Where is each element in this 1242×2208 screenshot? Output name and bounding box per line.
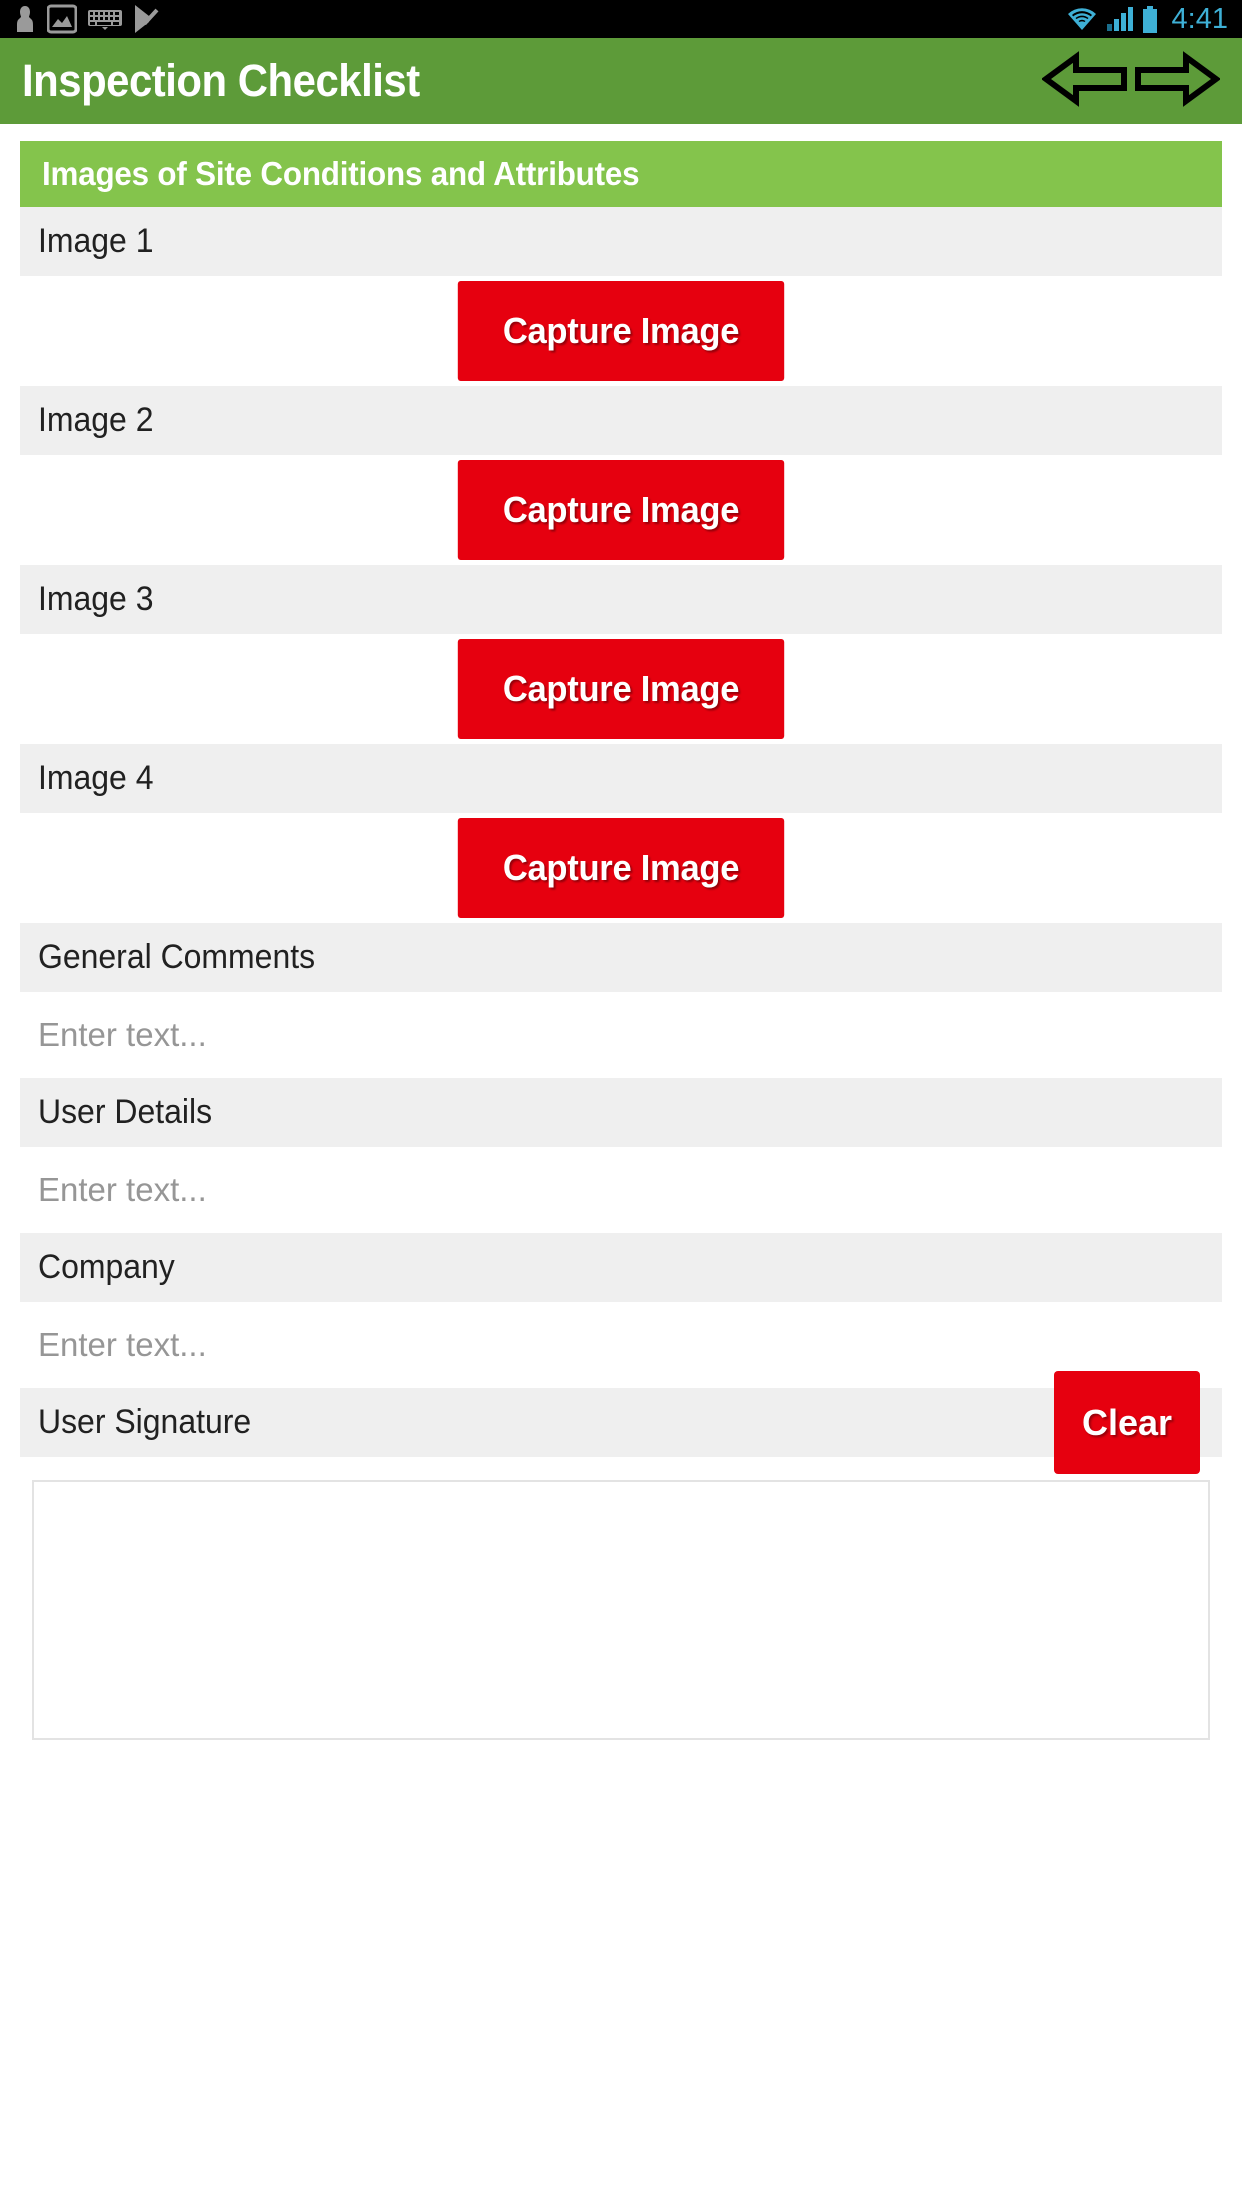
field-label-row: General Comments — [20, 923, 1222, 992]
field-label-row: Company — [20, 1233, 1222, 1302]
status-bar-clock: 4:41 — [1171, 2, 1228, 35]
signature-canvas[interactable] — [32, 1480, 1210, 1740]
status-bar: 4:41 — [0, 0, 1242, 38]
user-details-input[interactable] — [38, 1171, 1222, 1209]
company-input-row — [20, 1302, 1222, 1388]
page-title: Inspection Checklist — [22, 55, 420, 106]
image-label: Image 1 — [38, 222, 154, 260]
contact-icon — [14, 5, 36, 33]
form-content: Images of Site Conditions and Attributes… — [0, 141, 1242, 1740]
image-icon — [47, 4, 77, 34]
list-item: Image 2 — [20, 386, 1222, 455]
capture-image-button[interactable]: Capture Image — [457, 281, 785, 381]
section-header-label: Images of Site Conditions and Attributes — [42, 155, 640, 192]
user-details-input-row — [20, 1147, 1222, 1233]
section-header-images: Images of Site Conditions and Attributes — [20, 141, 1222, 207]
user-details-label: User Details — [38, 1093, 213, 1131]
general-comments-input-row — [20, 992, 1222, 1078]
image-label: Image 4 — [38, 759, 154, 797]
check-flag-icon — [133, 4, 159, 34]
battery-icon — [1142, 5, 1158, 33]
arrow-left-icon[interactable] — [1040, 50, 1128, 112]
arrow-right-icon[interactable] — [1134, 50, 1222, 112]
general-comments-input[interactable] — [38, 1016, 1222, 1054]
keyboard-icon — [88, 8, 122, 30]
app-bar: Inspection Checklist — [0, 38, 1242, 124]
user-signature-label: User Signature — [38, 1403, 252, 1441]
image-label: Image 2 — [38, 401, 154, 439]
field-label-row: User Details — [20, 1078, 1222, 1147]
capture-row: Capture Image — [0, 455, 1242, 565]
list-item: Image 4 — [20, 744, 1222, 813]
capture-row: Capture Image — [0, 634, 1242, 744]
list-item: Image 1 — [20, 207, 1222, 276]
company-input[interactable] — [38, 1326, 1222, 1364]
capture-row: Capture Image — [0, 276, 1242, 386]
image-label: Image 3 — [38, 580, 154, 618]
capture-image-button[interactable]: Capture Image — [457, 460, 785, 560]
signature-label-row: User Signature Clear — [20, 1371, 1222, 1474]
general-comments-label: General Comments — [38, 938, 316, 976]
status-bar-left-icons — [14, 4, 159, 34]
list-item: Image 3 — [20, 565, 1222, 634]
clear-signature-button[interactable]: Clear — [1054, 1371, 1200, 1474]
capture-row: Capture Image — [0, 813, 1242, 923]
wifi-icon — [1066, 6, 1098, 32]
capture-image-button[interactable]: Capture Image — [457, 818, 785, 918]
company-label: Company — [38, 1248, 175, 1286]
capture-image-button[interactable]: Capture Image — [457, 639, 785, 739]
signal-icon — [1106, 6, 1134, 32]
status-bar-right-icons: 4:41 — [1066, 3, 1228, 36]
nav-arrow-group — [1040, 50, 1222, 112]
